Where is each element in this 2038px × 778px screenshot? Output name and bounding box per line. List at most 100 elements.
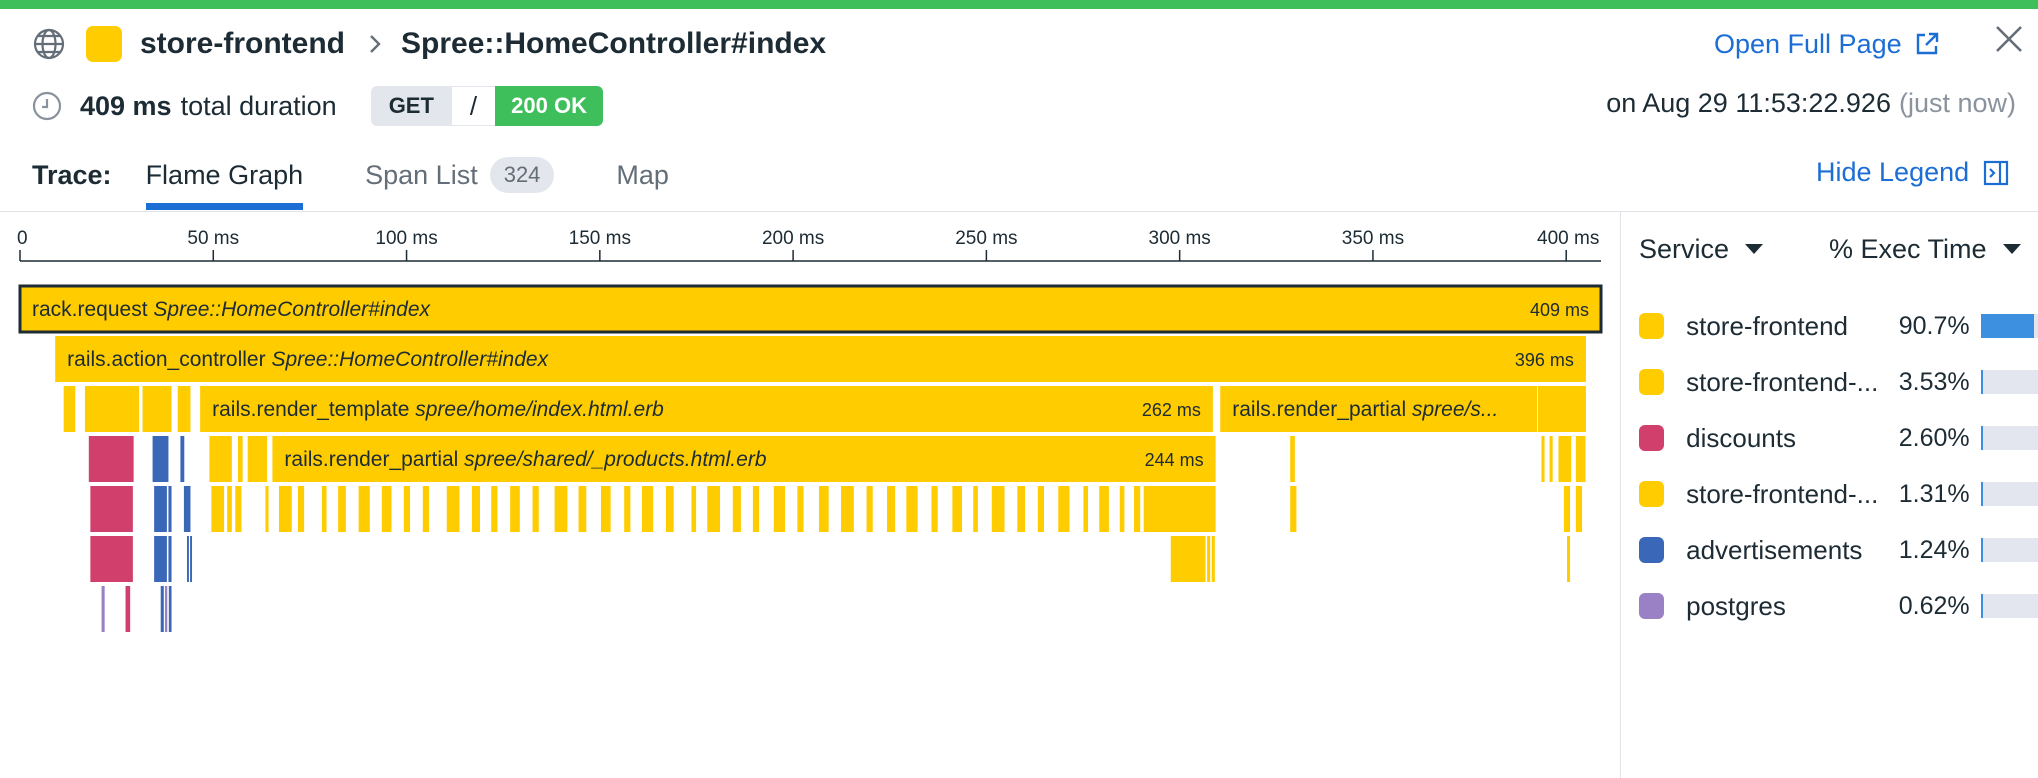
legend-item[interactable]: postgres 0.62% [1639, 586, 2038, 626]
span-bar[interactable] [707, 486, 721, 532]
span-bar[interactable] [752, 486, 760, 532]
close-button[interactable] [1990, 20, 2028, 58]
span-bar[interactable] [841, 486, 854, 532]
span-bar[interactable] [183, 486, 191, 532]
span-bar[interactable] [773, 486, 785, 532]
span-bar[interactable] [691, 486, 697, 532]
span-bar[interactable] [168, 586, 172, 632]
span-bar[interactable] [1207, 536, 1211, 582]
span-bar[interactable] [186, 536, 189, 582]
span-bar[interactable] [797, 486, 804, 532]
span-bar[interactable] [101, 586, 105, 632]
span-bar[interactable] [554, 486, 568, 532]
span-bar[interactable] [422, 486, 429, 532]
span-bar[interactable] [1290, 436, 1295, 482]
span-bar[interactable] [819, 486, 829, 532]
span-bar[interactable] [973, 486, 978, 532]
span-bar[interactable] [887, 486, 896, 532]
span-bar[interactable] [1099, 486, 1109, 532]
span-bar[interactable] [265, 486, 269, 532]
flame-graph[interactable]: 0 50 ms 100 ms 150 ms 200 ms 250 ms 300 ms 350 … [0, 212, 1620, 778]
span-block[interactable]: rails.render_template spree/home/index.h… [200, 386, 1213, 432]
span-block[interactable]: rack.request Spree::HomeController#index… [18, 284, 1603, 334]
span-bar[interactable] [906, 486, 918, 532]
tab-map[interactable]: Map [616, 150, 669, 210]
span-bar[interactable] [403, 486, 411, 532]
legend-item[interactable]: store-frontend 90.7% [1639, 306, 2038, 346]
span-bar[interactable] [211, 486, 225, 532]
span-bar[interactable] [247, 436, 268, 482]
span-bar[interactable] [1558, 436, 1572, 482]
span-bar[interactable] [152, 436, 169, 482]
span-bar[interactable] [1211, 536, 1215, 582]
span-bar[interactable] [160, 586, 164, 632]
legend-item[interactable]: discounts 2.60% [1639, 418, 2038, 458]
span-bar[interactable] [1017, 486, 1026, 532]
span-block[interactable]: rails.render_partial spree/shared/_produ… [272, 436, 1216, 482]
span-bar[interactable] [235, 486, 242, 532]
span-bar[interactable] [931, 486, 938, 532]
span-bar[interactable] [732, 486, 741, 532]
service-name[interactable]: store-frontend [140, 27, 345, 61]
span-bar[interactable] [866, 486, 873, 532]
span-bar[interactable] [84, 386, 140, 432]
span-bar[interactable] [358, 486, 370, 532]
span-bar[interactable] [164, 586, 168, 632]
span-bar[interactable] [238, 436, 243, 482]
span-bar[interactable] [180, 436, 185, 482]
service-sort-dropdown[interactable]: Service [1639, 234, 1829, 265]
span-bar[interactable] [1566, 536, 1571, 582]
span-bar[interactable] [297, 486, 305, 532]
span-bar[interactable] [227, 486, 232, 532]
span-bar[interactable] [63, 386, 76, 432]
span-bar[interactable] [1290, 486, 1297, 532]
span-bar[interactable] [381, 486, 392, 532]
span-bar[interactable] [1119, 486, 1125, 532]
span-bar[interactable] [154, 486, 167, 532]
span-bar[interactable] [1170, 536, 1206, 582]
flame-graph-canvas[interactable]: 0 50 ms 100 ms 150 ms 200 ms 250 ms 300 ms 350 … [0, 212, 1620, 778]
span-bar[interactable] [168, 486, 172, 532]
span-bar[interactable] [991, 486, 1005, 532]
legend-item[interactable]: store-frontend-... 3.53% [1639, 362, 2038, 402]
legend-item[interactable]: advertisements 1.24% [1639, 530, 2038, 570]
span-bar[interactable] [177, 386, 191, 432]
span-bar[interactable] [1563, 486, 1571, 532]
span-bar[interactable] [491, 486, 498, 532]
tab-flame-graph[interactable]: Flame Graph [145, 150, 303, 210]
span-bar[interactable] [154, 536, 167, 582]
span-bar[interactable] [1037, 486, 1044, 532]
span-block[interactable]: rails.render_partial spree/s... [1220, 386, 1538, 432]
span-bar[interactable] [600, 486, 611, 532]
span-bar[interactable] [168, 536, 172, 582]
span-bar[interactable] [1575, 486, 1583, 532]
span-bar[interactable] [1537, 386, 1586, 432]
span-bar[interactable] [1541, 436, 1545, 482]
span-bar[interactable] [88, 436, 134, 482]
span-bar[interactable] [321, 486, 327, 532]
span-bar[interactable] [190, 536, 193, 582]
span-bar[interactable] [641, 486, 654, 532]
span-bar[interactable] [1058, 486, 1070, 532]
open-full-page-link[interactable]: Open Full Page [1714, 24, 1940, 64]
span-bar[interactable] [1575, 436, 1586, 482]
span-bar[interactable] [532, 486, 539, 532]
span-bar[interactable] [338, 486, 346, 532]
span-block[interactable]: rails.action_controller Spree::HomeContr… [55, 336, 1586, 382]
span-bar[interactable] [1134, 486, 1141, 532]
span-bar[interactable] [90, 536, 133, 582]
span-bar[interactable] [209, 436, 232, 482]
span-bar[interactable] [142, 386, 172, 432]
hide-legend-button[interactable]: Hide Legend [1816, 157, 2009, 188]
span-bar[interactable] [278, 486, 292, 532]
span-bar[interactable] [665, 486, 674, 532]
exec-time-sort-dropdown[interactable]: % Exec Time [1829, 234, 2021, 265]
tab-span-list[interactable]: Span List 324 [365, 150, 555, 210]
span-bar[interactable] [1549, 436, 1553, 482]
span-bar[interactable] [624, 486, 631, 532]
span-bar[interactable] [90, 486, 133, 532]
span-bar[interactable] [446, 486, 460, 532]
legend-item[interactable]: store-frontend-... 1.31% [1639, 474, 2038, 514]
span-bar[interactable] [578, 486, 587, 532]
span-bar[interactable] [952, 486, 963, 532]
